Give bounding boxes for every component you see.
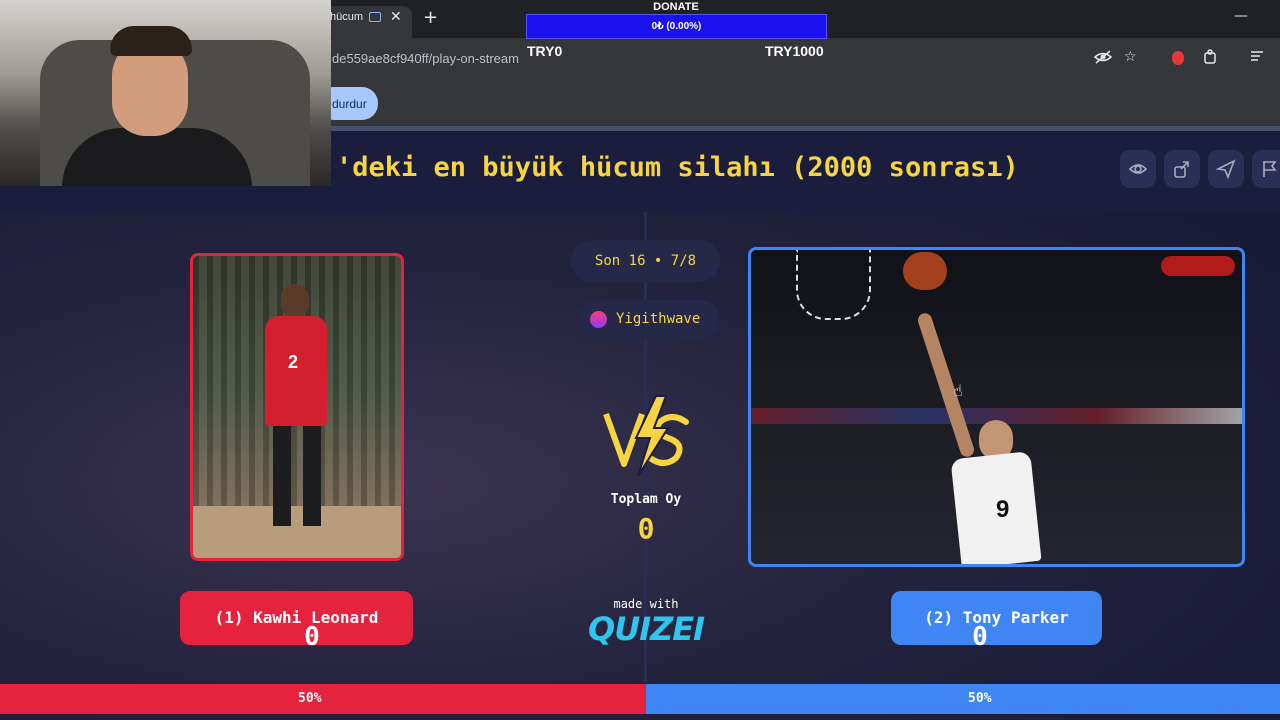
basketball: [903, 252, 947, 290]
vote-percent-left: 50%: [298, 691, 322, 706]
jersey-number: 2: [288, 352, 299, 372]
user-avatar: [590, 311, 607, 328]
donate-label: DONATE: [653, 1, 699, 13]
vote-percent-right: 50%: [968, 691, 992, 706]
window-minimize-button[interactable]: —: [1234, 8, 1248, 24]
donate-min-label: TRY0: [527, 43, 563, 59]
player-leg: [303, 426, 321, 526]
hand-cursor-icon: ☝: [953, 381, 963, 400]
vote-bar-right: 50%: [646, 684, 1280, 714]
player-arm: [916, 311, 976, 459]
player-card-right[interactable]: 9: [748, 247, 1245, 567]
donate-max-label: TRY1000: [765, 43, 824, 59]
screen: hücum ✕ + — de559ae8cf940ff/play-on-stre…: [0, 0, 1280, 720]
star-icon[interactable]: ☆: [1124, 49, 1137, 65]
tab-cast-icon: [369, 12, 381, 22]
puzzle-icon[interactable]: [1203, 49, 1219, 69]
new-tab-button[interactable]: +: [423, 7, 438, 28]
user-name: Yigithwave: [616, 311, 701, 327]
menu-icon[interactable]: [1250, 49, 1264, 67]
player-head: [281, 284, 309, 318]
vote-count-right: 0: [972, 622, 988, 652]
total-votes-value: 0: [637, 512, 655, 545]
eye-off-icon[interactable]: [1093, 49, 1113, 69]
arena-sign: [1161, 256, 1235, 276]
page-title: 'deki en büyük hücum silahı (2000 sonras…: [336, 152, 1019, 183]
total-votes-label: Toplam Oy: [610, 492, 682, 507]
donate-progress-bar: 0₺ (0.00%): [526, 14, 827, 39]
basketball-net: [796, 250, 871, 320]
tab-close-icon[interactable]: ✕: [390, 9, 402, 25]
court-floor: [193, 506, 401, 558]
versus-icon: [603, 395, 689, 477]
made-with-label: made with: [613, 597, 679, 611]
eye-icon[interactable]: [1120, 150, 1156, 188]
player-leg: [273, 426, 291, 526]
donate-progress-text: 0₺ (0.00%): [651, 21, 702, 32]
vote-count-left: 0: [304, 622, 320, 652]
share-icon[interactable]: [1164, 150, 1200, 188]
round-indicator: Son 16 • 7/8: [571, 240, 720, 282]
jersey-number: 9: [996, 496, 1010, 523]
flag-icon[interactable]: [1252, 150, 1280, 188]
extension-icon[interactable]: [1172, 51, 1184, 65]
vote-bar-left: 50%: [0, 684, 646, 714]
tab-title: hücum: [330, 11, 364, 23]
webcam-overlay: [0, 0, 331, 186]
choice-button-right[interactable]: (2) Tony Parker: [891, 591, 1102, 645]
player-card-left[interactable]: 2: [190, 253, 404, 561]
webcam-person-hair: [110, 26, 192, 56]
webcam-person-body: [62, 128, 252, 186]
url-field[interactable]: de559ae8cf940ff/play-on-stream: [332, 51, 519, 66]
quizei-logo[interactable]: QUIZEI: [588, 610, 705, 648]
send-icon[interactable]: [1208, 150, 1244, 188]
